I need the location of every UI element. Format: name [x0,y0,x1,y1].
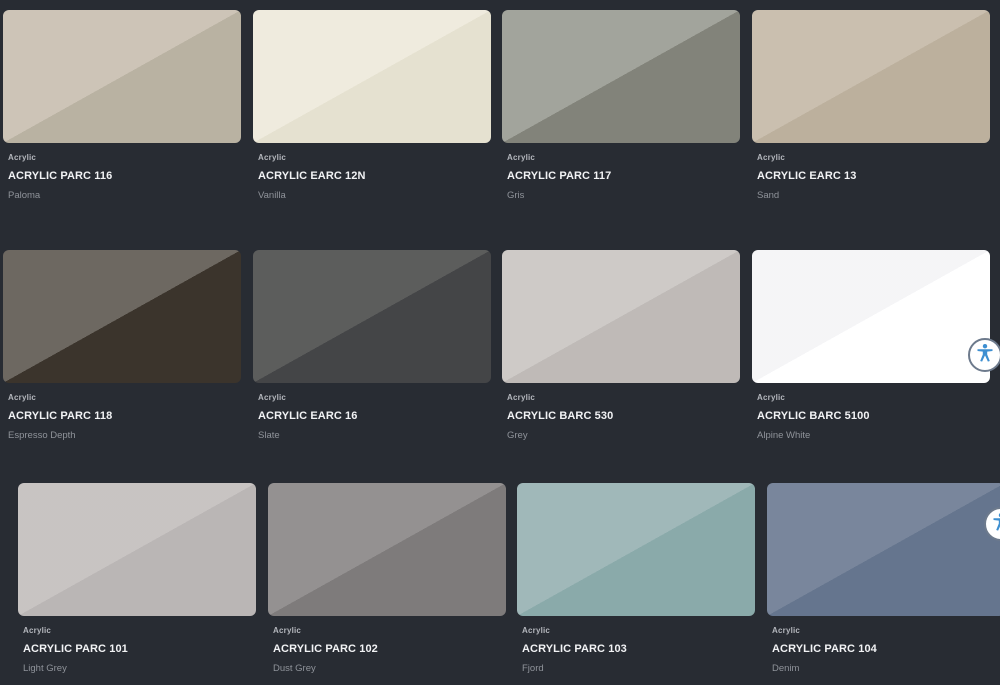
product-title[interactable]: ACRYLIC PARC 102 [273,643,506,656]
product-color-name: Slate [258,430,280,441]
product-color-name: Light Grey [23,663,67,674]
product-grid-page: Acrylic ACRYLIC PARC 116 Paloma Acrylic … [0,0,1000,685]
accessibility-button[interactable] [968,338,1000,372]
product-color-name: Vanilla [258,190,286,201]
product-title[interactable]: ACRYLIC EARC 16 [258,410,491,423]
product-category: Acrylic [258,393,287,402]
product-title[interactable]: ACRYLIC PARC 118 [8,410,241,423]
color-swatch[interactable] [268,483,506,616]
product-title[interactable]: ACRYLIC PARC 117 [507,170,740,183]
color-swatch[interactable] [18,483,256,616]
product-color-name: Gris [507,190,525,201]
product-title[interactable]: ACRYLIC PARC 116 [8,170,241,183]
product-title[interactable]: ACRYLIC EARC 13 [757,170,990,183]
color-swatch[interactable] [517,483,755,616]
product-title[interactable]: ACRYLIC PARC 101 [23,643,256,656]
product-color-name: Sand [757,190,780,201]
product-color-name: Fjord [522,663,544,674]
product-category: Acrylic [507,393,536,402]
product-category: Acrylic [8,393,37,402]
product-card[interactable]: Acrylic ACRYLIC EARC 16 Slate [253,250,491,442]
product-card[interactable]: Acrylic ACRYLIC BARC 530 Grey [502,250,740,442]
product-title[interactable]: ACRYLIC BARC 530 [507,410,740,423]
product-color-name: Alpine White [757,430,811,441]
product-card[interactable]: Acrylic ACRYLIC PARC 104 Denim [767,483,1000,675]
product-title[interactable]: ACRYLIC BARC 5100 [757,410,990,423]
color-swatch[interactable] [3,10,241,143]
product-color-name: Espresso Depth [8,430,76,441]
color-swatch[interactable] [502,10,740,143]
product-category: Acrylic [757,153,786,162]
product-card[interactable]: Acrylic ACRYLIC PARC 101 Light Grey [18,483,256,675]
color-swatch[interactable] [253,10,491,143]
product-category: Acrylic [522,626,551,635]
product-category: Acrylic [757,393,786,402]
product-color-name: Grey [507,430,528,441]
product-card[interactable]: Acrylic ACRYLIC PARC 117 Gris [502,10,740,202]
product-card[interactable]: Acrylic ACRYLIC PARC 102 Dust Grey [268,483,506,675]
accessibility-icon [975,343,995,368]
product-card[interactable]: Acrylic ACRYLIC BARC 5100 Alpine White [752,250,990,442]
product-category: Acrylic [8,153,37,162]
product-title[interactable]: ACRYLIC EARC 12N [258,170,491,183]
product-card[interactable]: Acrylic ACRYLIC EARC 12N Vanilla [253,10,491,202]
product-category: Acrylic [772,626,801,635]
color-swatch[interactable] [752,10,990,143]
product-card[interactable]: Acrylic ACRYLIC EARC 13 Sand [752,10,990,202]
product-color-name: Paloma [8,190,41,201]
product-card[interactable]: Acrylic ACRYLIC PARC 118 Espresso Depth [3,250,241,442]
color-swatch[interactable] [253,250,491,383]
color-swatch[interactable] [502,250,740,383]
product-category: Acrylic [273,626,302,635]
product-color-name: Dust Grey [273,663,316,674]
product-category: Acrylic [258,153,287,162]
color-swatch[interactable] [3,250,241,383]
color-swatch[interactable] [752,250,990,383]
product-category: Acrylic [507,153,536,162]
product-category: Acrylic [23,626,52,635]
product-card[interactable]: Acrylic ACRYLIC PARC 116 Paloma [3,10,241,202]
color-swatch[interactable] [767,483,1000,616]
product-title[interactable]: ACRYLIC PARC 104 [772,643,1000,656]
product-color-name: Denim [772,663,800,674]
product-title[interactable]: ACRYLIC PARC 103 [522,643,755,656]
product-card[interactable]: Acrylic ACRYLIC PARC 103 Fjord [517,483,755,675]
accessibility-icon [991,512,1000,537]
